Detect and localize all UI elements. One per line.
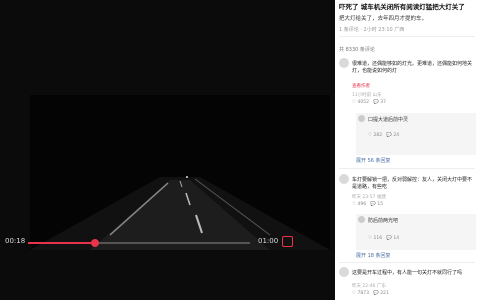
fullscreen-icon[interactable] <box>282 236 293 247</box>
comment-actions: ♡ 496 💬 15 <box>352 202 383 207</box>
comment-text: 很难道，还偶能够如的灯光。更难道，还偶能如何地关灯，也能说如何的灯 <box>352 61 473 74</box>
post-meta: 1 条评论 · 2小时 23:10 广西 <box>339 27 405 33</box>
avatar[interactable] <box>339 267 349 277</box>
reply-actions: ♡ 282 💬 24 <box>368 133 399 138</box>
comment-meta: 11小时前 山东 <box>352 93 382 98</box>
reply-preview: 防后前两光吧 ♡ 116 💬 14 <box>356 214 476 250</box>
duration-time: 01:00 <box>258 237 279 245</box>
progress-fill <box>28 242 95 244</box>
avatar <box>358 216 365 223</box>
like-icon[interactable]: ♡ <box>352 202 356 207</box>
comment-item: 这要是开车过程中，有人能一句关灯不就同行了吗 昨天 22:46 广东 ♡ 787… <box>339 267 477 300</box>
reply-preview: 口提大道后前中灵 ♡ 282 💬 24 <box>356 113 476 155</box>
comment-meta: 昨天 22:46 广东 <box>352 284 386 289</box>
reply-icon[interactable]: 💬 <box>373 100 379 105</box>
post-title: 吓死了 城车机关闭所有阅读灯猛把大灯关了 <box>339 3 465 11</box>
like-icon[interactable]: ♡ <box>368 236 372 241</box>
comment-item: 很难道，还偶能够如的灯光。更难道，还偶能如何地关灯，也能说如何的灯 查看作者 1… <box>339 58 477 168</box>
reply-text: 防后前两光吧 <box>368 218 399 224</box>
reply-count: 221 <box>380 291 389 296</box>
like-count: 496 <box>357 202 367 207</box>
divider <box>339 168 475 169</box>
reply-like-count: 282 <box>373 133 383 138</box>
reply-reply-count: 14 <box>393 236 400 241</box>
reply-reply-count: 24 <box>393 133 400 138</box>
comment-meta: 昨天 23:57 福建 <box>352 195 386 200</box>
video-player[interactable]: 00:18 01:00 <box>0 0 335 300</box>
comment-actions: ♡ 7873 💬 221 <box>352 291 389 296</box>
progress-bar[interactable] <box>28 239 250 247</box>
comment-count: 共 8330 条评论 <box>339 47 375 53</box>
like-count: 7873 <box>357 291 369 296</box>
author-tag: 查看作者 <box>352 84 370 89</box>
divider <box>339 36 475 37</box>
avatar[interactable] <box>339 58 349 68</box>
avatar <box>358 115 365 122</box>
reply-count: 15 <box>377 202 384 207</box>
expand-replies[interactable]: 展开 56 条回复 <box>356 157 391 164</box>
reply-like-count: 116 <box>373 236 383 241</box>
comment-text: 车灯要解锁一把，反对弱解控：友人，关闭大灯中要不是道路，有些吃 <box>352 177 473 190</box>
screen: 00:18 01:00 吓死了 城车机关闭所有阅读灯猛把大灯关了 把大灯给关了，… <box>0 0 480 300</box>
comment-text: 这要是开车过程中，有人能一句关灯不就同行了吗 <box>352 270 463 276</box>
video-frame <box>30 95 330 250</box>
avatar[interactable] <box>339 174 349 184</box>
player-controls: 00:18 01:00 <box>0 232 335 254</box>
progress-knob[interactable] <box>90 239 99 247</box>
like-icon[interactable]: ♡ <box>352 291 356 296</box>
divider <box>339 262 475 263</box>
reply-icon[interactable]: 💬 <box>370 202 376 207</box>
expand-replies[interactable]: 展开 18 条回复 <box>356 252 391 259</box>
reply-icon[interactable]: 💬 <box>386 133 392 138</box>
reply-text: 口提大道后前中灵 <box>368 117 409 123</box>
comment-actions: ♡ 4052 💬 37 <box>352 100 386 105</box>
current-time: 00:18 <box>5 237 26 245</box>
like-icon[interactable]: ♡ <box>368 133 372 138</box>
like-icon[interactable]: ♡ <box>352 100 356 105</box>
comment-item: 车灯要解锁一把，反对弱解控：友人，关闭大灯中要不是道路，有些吃 昨天 23:57… <box>339 174 477 264</box>
reply-actions: ♡ 116 💬 14 <box>368 236 399 241</box>
post-description: 把大灯给关了，去年四月才提的车， <box>339 16 428 22</box>
reply-count: 37 <box>380 100 387 105</box>
reply-icon[interactable]: 💬 <box>386 236 392 241</box>
night-road-image <box>30 95 330 250</box>
like-count: 4052 <box>357 100 369 105</box>
reply-icon[interactable]: 💬 <box>373 291 379 296</box>
comments-panel: 吓死了 城车机关闭所有阅读灯猛把大灯关了 把大灯给关了，去年四月才提的车， 1 … <box>335 0 480 300</box>
